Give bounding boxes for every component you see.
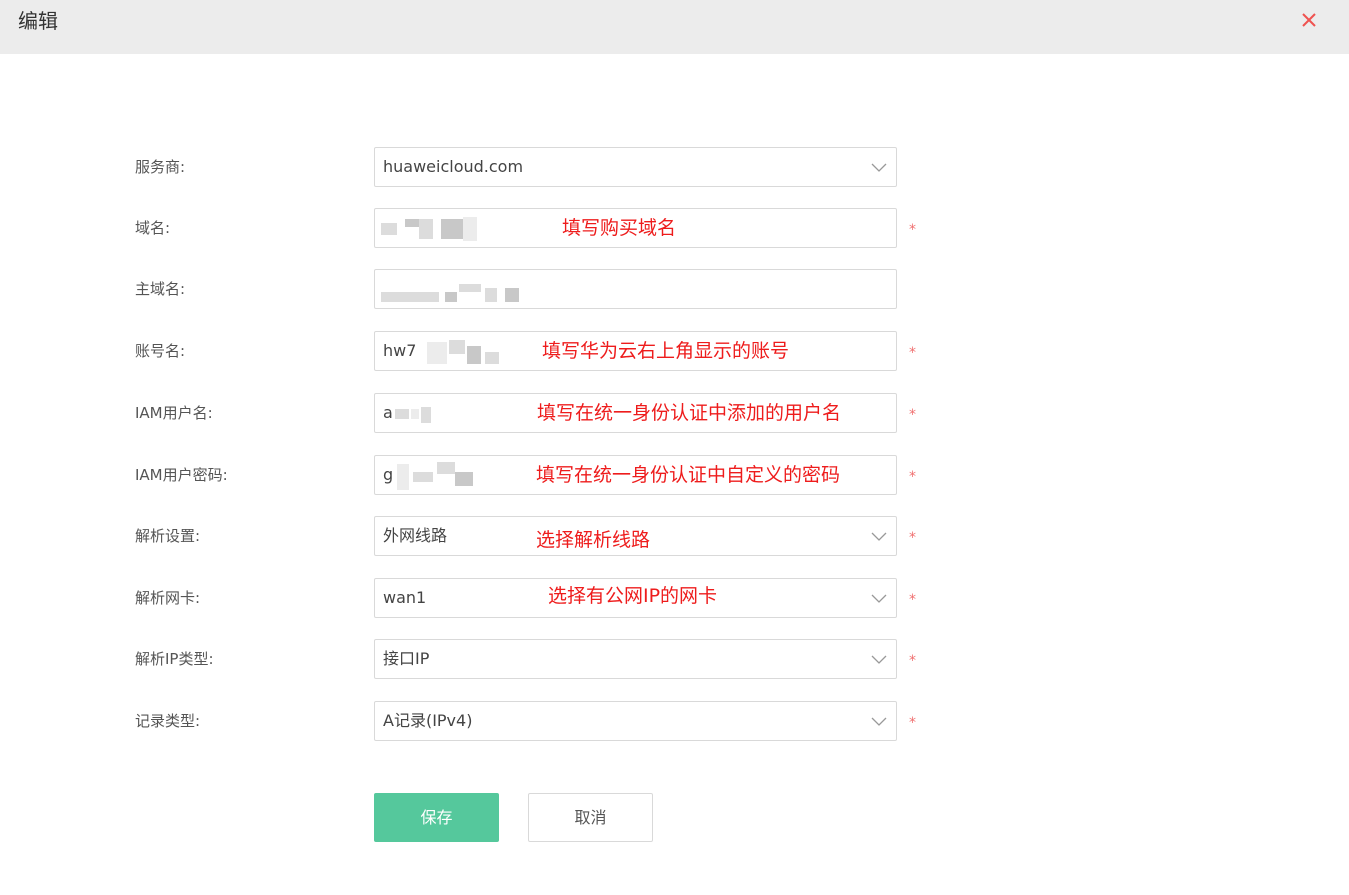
redacted-value: [421, 407, 431, 423]
record-type-label: 记录类型:: [135, 712, 201, 730]
redacted-value: [455, 472, 473, 486]
redacted-value: [419, 219, 433, 239]
resolve-setting-label: 解析设置:: [135, 527, 201, 545]
main-domain-label: 主域名:: [135, 280, 186, 298]
provider-value: huaweicloud.com: [383, 157, 524, 176]
dialog-title: 编辑: [18, 9, 58, 33]
required-mark: *: [909, 715, 916, 731]
redacted-value: [381, 292, 439, 302]
resolve-nic-annotation: 选择有公网IP的网卡: [548, 585, 718, 607]
cancel-button[interactable]: 取消: [528, 793, 653, 842]
resolve-ip-type-select[interactable]: 接口IP: [374, 639, 897, 679]
iam-user-annotation: 填写在统一身份认证中添加的用户名: [537, 402, 842, 424]
account-input[interactable]: hw7 填写华为云右上角显示的账号: [374, 331, 897, 371]
resolve-setting-row: 解析设置: 外网线路 选择解析线路 *: [0, 516, 1349, 556]
resolve-ip-type-label: 解析IP类型:: [135, 650, 214, 668]
chevron-down-icon: [870, 713, 888, 729]
close-icon: [1302, 13, 1316, 27]
redacted-value: [449, 340, 465, 354]
iam-password-input[interactable]: g 填写在统一身份认证中自定义的密码: [374, 455, 897, 495]
chevron-down-icon: [870, 590, 888, 606]
required-mark: *: [909, 407, 916, 423]
required-mark: *: [909, 222, 916, 238]
redacted-value: [445, 292, 457, 302]
resolve-nic-select[interactable]: wan1 选择有公网IP的网卡: [374, 578, 897, 618]
redacted-value: [405, 219, 419, 227]
resolve-ip-type-value: 接口IP: [383, 649, 430, 668]
record-type-select[interactable]: A记录(IPv4): [374, 701, 897, 741]
redacted-value: [413, 472, 433, 482]
iam-user-value: a: [383, 403, 393, 422]
iam-user-input[interactable]: a 填写在统一身份认证中添加的用户名: [374, 393, 897, 433]
resolve-nic-value: wan1: [383, 588, 427, 607]
redacted-value: [411, 409, 419, 419]
main-domain-row: 主域名:: [0, 269, 1349, 309]
account-value: hw7: [383, 341, 417, 360]
provider-label: 服务商:: [135, 158, 186, 176]
required-mark: *: [909, 653, 916, 669]
redacted-value: [505, 288, 519, 302]
account-label: 账号名:: [135, 342, 186, 360]
domain-row: 域名: 填写购买域名 *: [0, 208, 1349, 248]
resolve-nic-label: 解析网卡:: [135, 589, 201, 607]
redacted-value: [427, 342, 447, 364]
redacted-value: [395, 409, 409, 419]
main-domain-input[interactable]: [374, 269, 897, 309]
required-mark: *: [909, 592, 916, 608]
resolve-nic-row: 解析网卡: wan1 选择有公网IP的网卡 *: [0, 578, 1349, 618]
account-annotation: 填写华为云右上角显示的账号: [542, 340, 790, 362]
resolve-setting-select[interactable]: 外网线路 选择解析线路: [374, 516, 897, 556]
redacted-value: [463, 217, 477, 241]
record-type-row: 记录类型: A记录(IPv4) *: [0, 701, 1349, 741]
provider-select[interactable]: huaweicloud.com: [374, 147, 897, 187]
resolve-setting-annotation: 选择解析线路: [536, 529, 651, 551]
iam-password-label: IAM用户密码:: [135, 466, 228, 484]
iam-password-value: g: [383, 465, 394, 484]
redacted-value: [441, 219, 463, 239]
required-mark: *: [909, 530, 916, 546]
domain-label: 域名:: [135, 219, 171, 237]
edit-dialog: 编辑 服务商: huaweicloud.com 域名: 填写购买域名 * 主域名…: [0, 0, 1349, 895]
iam-password-row: IAM用户密码: g 填写在统一身份认证中自定义的密码 *: [0, 455, 1349, 495]
redacted-value: [485, 352, 499, 364]
iam-user-row: IAM用户名: a 填写在统一身份认证中添加的用户名 *: [0, 393, 1349, 433]
dialog-header: 编辑: [0, 0, 1349, 54]
iam-password-annotation: 填写在统一身份认证中自定义的密码: [536, 464, 841, 486]
provider-row: 服务商: huaweicloud.com: [0, 147, 1349, 187]
chevron-down-icon: [870, 159, 888, 175]
save-button[interactable]: 保存: [374, 793, 499, 842]
close-button[interactable]: [1297, 8, 1321, 32]
domain-input[interactable]: 填写购买域名: [374, 208, 897, 248]
chevron-down-icon: [870, 528, 888, 544]
redacted-value: [459, 284, 481, 292]
redacted-value: [397, 464, 409, 490]
redacted-value: [485, 288, 497, 302]
required-mark: *: [909, 469, 916, 485]
resolve-setting-value: 外网线路: [383, 526, 448, 545]
resolve-ip-type-row: 解析IP类型: 接口IP *: [0, 639, 1349, 679]
redacted-value: [467, 346, 481, 364]
required-mark: *: [909, 345, 916, 361]
iam-user-label: IAM用户名:: [135, 404, 213, 422]
redacted-value: [437, 462, 455, 474]
record-type-value: A记录(IPv4): [383, 711, 473, 730]
redacted-value: [381, 223, 397, 235]
domain-annotation: 填写购买域名: [562, 217, 677, 239]
account-row: 账号名: hw7 填写华为云右上角显示的账号 *: [0, 331, 1349, 371]
chevron-down-icon: [870, 651, 888, 667]
